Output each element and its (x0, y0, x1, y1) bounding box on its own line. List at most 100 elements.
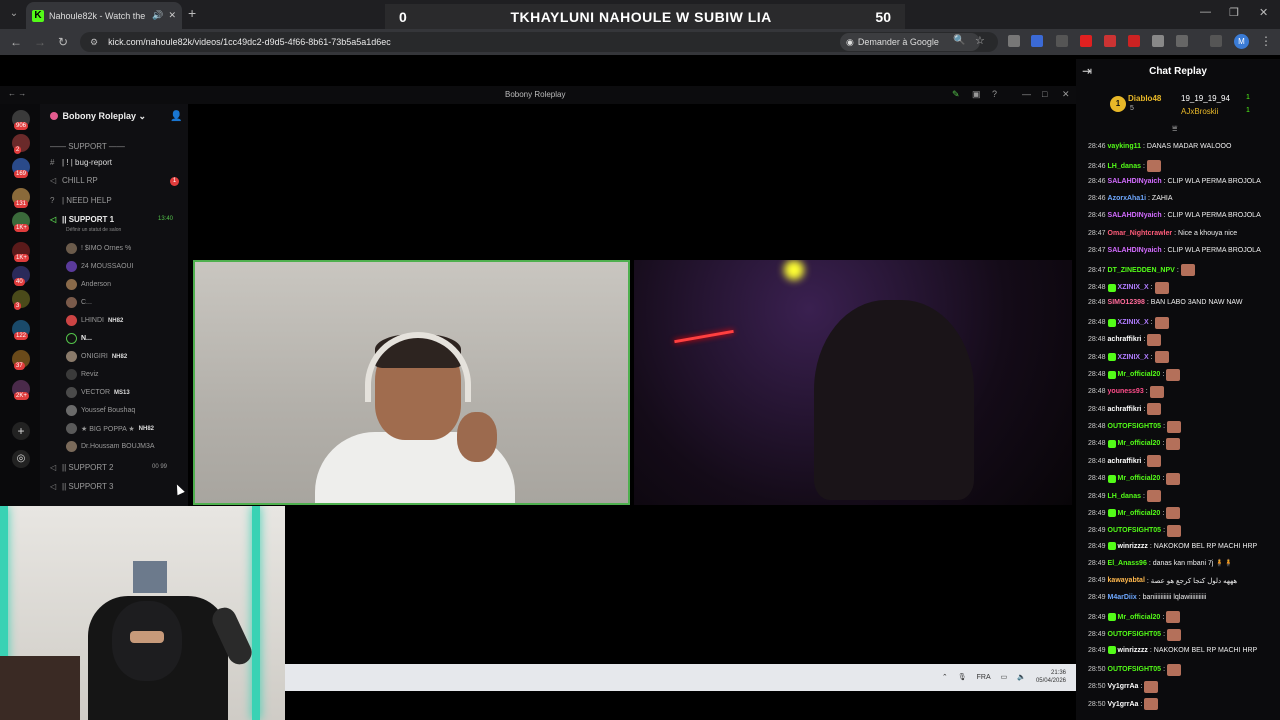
reading-list-icon[interactable] (1210, 35, 1222, 47)
minimize-icon[interactable]: — (1200, 6, 1211, 18)
extension-icon[interactable] (1128, 35, 1140, 47)
message-username[interactable]: achraffikri (1108, 406, 1142, 413)
discord-minimize-icon[interactable]: — (1022, 89, 1031, 99)
message-username[interactable]: Mr_official20 (1118, 371, 1161, 378)
input-language[interactable]: FRA (977, 674, 991, 681)
reload-icon[interactable]: ↻ (58, 35, 68, 49)
clock[interactable]: 21:36 05/04/2026 (1036, 669, 1066, 685)
message-username[interactable]: vayking11 (1108, 143, 1141, 150)
tray-chevron-icon[interactable]: ⌃ (942, 673, 948, 681)
discord-back-icon[interactable]: ← → (8, 89, 26, 98)
gifter-name[interactable]: 19_19_19_94 (1181, 94, 1230, 103)
mic-icon[interactable]: 🎙 (958, 673, 967, 681)
discord-close-icon[interactable]: ✕ (1062, 89, 1070, 100)
voice-user[interactable]: VECTOR MS13 (66, 387, 130, 398)
message-username[interactable]: Omar_Nightcrawler (1108, 230, 1173, 237)
browser-tab[interactable]: K Nahoule82k - Watch the VC 🔊 ✕ (26, 2, 182, 29)
message-username[interactable]: M4arDiix (1108, 594, 1137, 601)
nitro-icon[interactable]: ✎ (952, 89, 960, 100)
extension-icon[interactable] (1031, 35, 1043, 47)
category-support[interactable]: —— SUPPORT —— (50, 142, 125, 151)
message-username[interactable]: SALAHDINyaich (1108, 178, 1162, 185)
extension-icon[interactable] (1104, 35, 1116, 47)
inbox-icon[interactable]: ▣ (972, 89, 981, 100)
voice-user[interactable]: N... (66, 333, 92, 344)
message-username[interactable]: OUTOFSIGHT05 (1108, 666, 1162, 673)
volume-icon[interactable]: 🔈 (1017, 673, 1026, 681)
message-username[interactable]: winrizzzz (1118, 543, 1148, 550)
help-icon[interactable]: ? (992, 89, 997, 99)
extensions-puzzle-icon[interactable] (1176, 35, 1188, 47)
channel-support-2[interactable]: ◁ || SUPPORT 2 (50, 463, 113, 472)
voice-user[interactable]: C... (66, 297, 92, 308)
channel-need-help[interactable]: ? | NEED HELP (50, 196, 112, 205)
voice-user[interactable]: Anderson (66, 279, 111, 290)
filter-icon[interactable]: ⩸ (1172, 123, 1177, 134)
zoom-icon[interactable]: 🔍 (953, 35, 965, 46)
message-username[interactable]: OUTOFSIGHT05 (1108, 527, 1162, 534)
message-username[interactable]: Mr_official20 (1118, 510, 1161, 517)
channel-chill-rp[interactable]: ◁ CHILL RP (50, 176, 98, 185)
message-username[interactable]: XZINIX_X (1118, 284, 1149, 291)
message-username[interactable]: XZINIX_X (1118, 354, 1149, 361)
explore-servers-icon[interactable]: ◎ (12, 450, 30, 468)
youtube-extension-icon[interactable] (1080, 35, 1092, 47)
message-username[interactable]: OUTOFSIGHT05 (1108, 423, 1162, 430)
channel-bug-report[interactable]: # | ! | bug-report (50, 158, 112, 167)
message-username[interactable]: kawayabtal (1108, 577, 1145, 584)
message-username[interactable]: OUTOFSIGHT05 (1108, 631, 1162, 638)
message-username[interactable]: LH_danas (1108, 163, 1141, 170)
voice-user[interactable]: ! $IMO Ornes % (66, 243, 131, 254)
extension-icon[interactable] (1056, 35, 1068, 47)
message-username[interactable]: El_Anass96 (1108, 560, 1147, 567)
new-tab-icon[interactable]: + (188, 6, 196, 20)
invite-people-icon[interactable]: 👤 (170, 111, 182, 122)
extension-icon[interactable] (1152, 35, 1164, 47)
forward-icon[interactable]: → (34, 35, 46, 49)
site-info-icon[interactable]: ⚙ (90, 37, 98, 48)
message-username[interactable]: Vy1grrAa (1108, 701, 1139, 708)
message-username[interactable]: SALAHDINyaich (1108, 247, 1162, 254)
message-username[interactable]: XZINIX_X (1118, 319, 1149, 326)
add-server-icon[interactable]: + (12, 422, 30, 440)
message-username[interactable]: Mr_official20 (1118, 614, 1161, 621)
voice-user[interactable]: LHINDI NH82 (66, 315, 123, 326)
discord-maximize-icon[interactable]: □ (1042, 89, 1047, 99)
status-hint[interactable]: Définir un statut de salon (66, 227, 121, 233)
video-tile-1[interactable] (193, 260, 630, 505)
message-username[interactable]: AzorxAha1i (1108, 195, 1147, 202)
message-username[interactable]: Mr_official20 (1118, 440, 1161, 447)
guild-header[interactable]: Bobony Roleplay ⌄ (50, 111, 146, 122)
address-bar[interactable]: ⚙ kick.com/nahoule82k/videos/1cc49dc2-d9… (80, 32, 998, 52)
back-icon[interactable]: ← (10, 35, 22, 49)
channel-support-1[interactable]: ◁ || SUPPORT 1 (50, 215, 114, 224)
close-window-icon[interactable]: ✕ (1259, 6, 1268, 19)
message-username[interactable]: SIMO12398 (1108, 299, 1145, 306)
message-username[interactable]: achraffikri (1108, 336, 1142, 343)
tab-list-icon[interactable]: ⌄ (6, 6, 22, 22)
message-username[interactable]: Vy1grrAa (1108, 683, 1139, 690)
video-tile-2[interactable] (634, 260, 1072, 505)
message-username[interactable]: DT_ZINEDDEN_NPV (1108, 267, 1175, 274)
audio-icon[interactable]: 🔊 (152, 10, 163, 21)
message-username[interactable]: winrizzzz (1118, 647, 1148, 654)
voice-user[interactable]: 24 MOUSSAOUI (66, 261, 134, 272)
message-username[interactable]: SALAHDINyaich (1108, 212, 1162, 219)
message-username[interactable]: LH_danas (1108, 493, 1141, 500)
maximize-icon[interactable]: ❐ (1229, 6, 1239, 19)
channel-support-3[interactable]: ◁ || SUPPORT 3 (50, 482, 113, 491)
bookmark-star-icon[interactable]: ☆ (975, 34, 985, 47)
browser-menu-icon[interactable]: ⋮ (1260, 34, 1272, 48)
voice-user[interactable]: Reviz (66, 369, 99, 380)
voice-user[interactable]: Dr.Houssam BOUJM3A (66, 441, 155, 452)
gifter-name[interactable]: AJxBroskii (1181, 107, 1218, 116)
message-username[interactable]: achraffikri (1108, 458, 1142, 465)
profile-avatar[interactable]: M (1234, 34, 1249, 49)
gifter-name[interactable]: Diablo48 (1128, 94, 1161, 103)
message-username[interactable]: youness93 (1108, 388, 1144, 395)
voice-user[interactable]: ★ BIG POPPA ★ NH82 (66, 423, 154, 434)
extension-icon[interactable] (1008, 35, 1020, 47)
voice-user[interactable]: ONIGIRI NH82 (66, 351, 127, 362)
voice-user[interactable]: Youssef Boushaq (66, 405, 135, 416)
close-tab-icon[interactable]: ✕ (168, 10, 176, 21)
